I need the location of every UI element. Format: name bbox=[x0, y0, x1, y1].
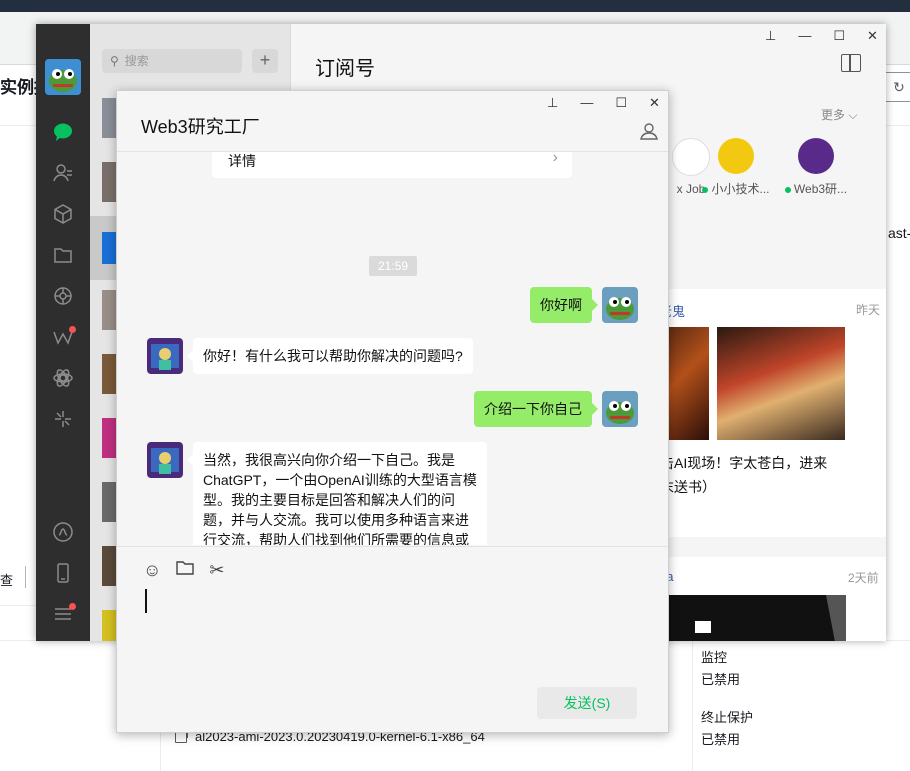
pin-icon[interactable]: ⊥ bbox=[765, 28, 776, 44]
sidebar-toggle-icon[interactable] bbox=[841, 54, 861, 72]
profile-icon[interactable] bbox=[639, 121, 659, 146]
notification-dot bbox=[69, 603, 76, 610]
article-title: 袭击AI现场！字太苍白，进来 bbox=[646, 455, 828, 471]
account-avatar bbox=[798, 138, 834, 174]
account-label: 小小技术... bbox=[711, 182, 770, 196]
article-card[interactable]: 员老鬼 昨天 袭击AI现场！字太苍白，进来 文末送书） › bbox=[641, 289, 886, 537]
online-dot bbox=[702, 186, 709, 193]
monitoring-label: 监控 bbox=[701, 650, 728, 665]
avatar[interactable] bbox=[45, 59, 81, 95]
monitoring-value: 已禁用 bbox=[701, 672, 741, 687]
contacts-icon[interactable] bbox=[52, 162, 74, 184]
article-image bbox=[717, 327, 845, 440]
notification-dot bbox=[69, 326, 76, 333]
subscription-account[interactable]: Web3研... bbox=[781, 138, 851, 197]
my-avatar[interactable] bbox=[602, 391, 638, 427]
close-icon[interactable]: ✕ bbox=[867, 28, 878, 44]
page-title: 订阅号 bbox=[315, 58, 375, 80]
chat-icon[interactable] bbox=[52, 121, 74, 143]
chat-window: Web3研究工厂 ⊥ — ☐ ✕ 详情 › 21:59 你好啊 你好！有什么我可… bbox=[116, 90, 669, 733]
termination-protection-value: 已禁用 bbox=[701, 732, 741, 747]
emoji-icon[interactable]: ☺ bbox=[143, 560, 161, 581]
link-card[interactable]: 详情 › bbox=[212, 152, 572, 178]
article-time: 2天前 bbox=[848, 571, 879, 585]
minimize-icon[interactable]: — bbox=[798, 28, 811, 44]
cube-icon[interactable] bbox=[52, 203, 74, 225]
scissors-icon[interactable]: ✂ bbox=[209, 560, 224, 581]
aws-side-text: ast- bbox=[888, 225, 910, 241]
wechat-nav-bar bbox=[36, 24, 90, 641]
search-discover-icon[interactable] bbox=[52, 367, 74, 389]
channels-icon[interactable] bbox=[52, 326, 76, 348]
aws-bottom-left-text: 查 bbox=[0, 573, 14, 588]
maximize-icon[interactable]: ☐ bbox=[615, 95, 627, 111]
message-bubble: 你好！有什么我可以帮助你解决的问题吗? bbox=[187, 338, 473, 374]
aws-column-divider bbox=[692, 641, 693, 771]
pin-icon[interactable]: ⊥ bbox=[547, 95, 558, 111]
account-label: Web3研... bbox=[793, 182, 848, 196]
contact-avatar[interactable] bbox=[147, 442, 183, 478]
message-area: 详情 › 21:59 你好啊 你好！有什么我可以帮助你解决的问题吗? 介绍一下你… bbox=[117, 152, 668, 545]
link-card-label: 详情 bbox=[228, 153, 256, 169]
chevron-right-icon: › bbox=[552, 152, 558, 166]
termination-protection-label: 终止保护 bbox=[701, 710, 754, 725]
input-toolbar: ☺ ✂ bbox=[143, 559, 224, 582]
add-button[interactable]: + bbox=[252, 49, 278, 73]
my-avatar[interactable] bbox=[602, 287, 638, 323]
search-input[interactable]: ⚲ 搜索 bbox=[102, 49, 242, 73]
search-placeholder: 搜索 bbox=[124, 54, 149, 68]
message-bubble: 当然，我很高兴向你介绍一下自己。我是ChatGPT，一个由OpenAI训练的大型… bbox=[187, 442, 487, 545]
message-time: 21:59 bbox=[369, 256, 417, 276]
chat-header: Web3研究工厂 ⊥ — ☐ ✕ bbox=[117, 91, 668, 152]
moments-icon[interactable] bbox=[52, 285, 74, 307]
mini-program-icon[interactable] bbox=[52, 408, 74, 430]
link-icon[interactable] bbox=[52, 521, 74, 543]
article-image bbox=[641, 595, 846, 641]
chat-title: Web3研究工厂 bbox=[141, 117, 260, 137]
phone-icon[interactable] bbox=[52, 562, 74, 584]
message-bubble: 介绍一下你自己 bbox=[474, 391, 598, 427]
minimize-icon[interactable]: — bbox=[580, 95, 593, 111]
window-controls: ⊥ — ☐ ✕ bbox=[765, 28, 878, 44]
subscription-account[interactable]: 小小技术... bbox=[701, 138, 771, 197]
article-time: 昨天 bbox=[856, 303, 881, 317]
account-avatar bbox=[718, 138, 754, 174]
close-icon[interactable]: ✕ bbox=[649, 95, 660, 111]
message-bubble: 你好啊 bbox=[530, 287, 598, 323]
search-icon: ⚲ bbox=[110, 54, 119, 68]
send-button[interactable]: 发送(S) bbox=[537, 687, 637, 719]
menu-icon[interactable] bbox=[52, 603, 76, 625]
input-divider bbox=[117, 546, 668, 547]
window-controls: ⊥ — ☐ ✕ bbox=[547, 95, 660, 111]
message-input[interactable] bbox=[145, 589, 147, 613]
contact-avatar[interactable] bbox=[147, 338, 183, 374]
more-link[interactable]: 更多 ⌵ bbox=[821, 106, 857, 123]
folder-icon[interactable] bbox=[175, 559, 195, 582]
online-dot bbox=[784, 186, 791, 193]
aws-top-navbar bbox=[0, 0, 910, 12]
folder-icon[interactable] bbox=[52, 244, 74, 266]
article-card[interactable]: Java 2天前 bbox=[641, 557, 886, 641]
maximize-icon[interactable]: ☐ bbox=[833, 28, 845, 44]
aws-separator bbox=[25, 566, 26, 588]
refresh-icon[interactable]: ↻ bbox=[883, 72, 910, 102]
